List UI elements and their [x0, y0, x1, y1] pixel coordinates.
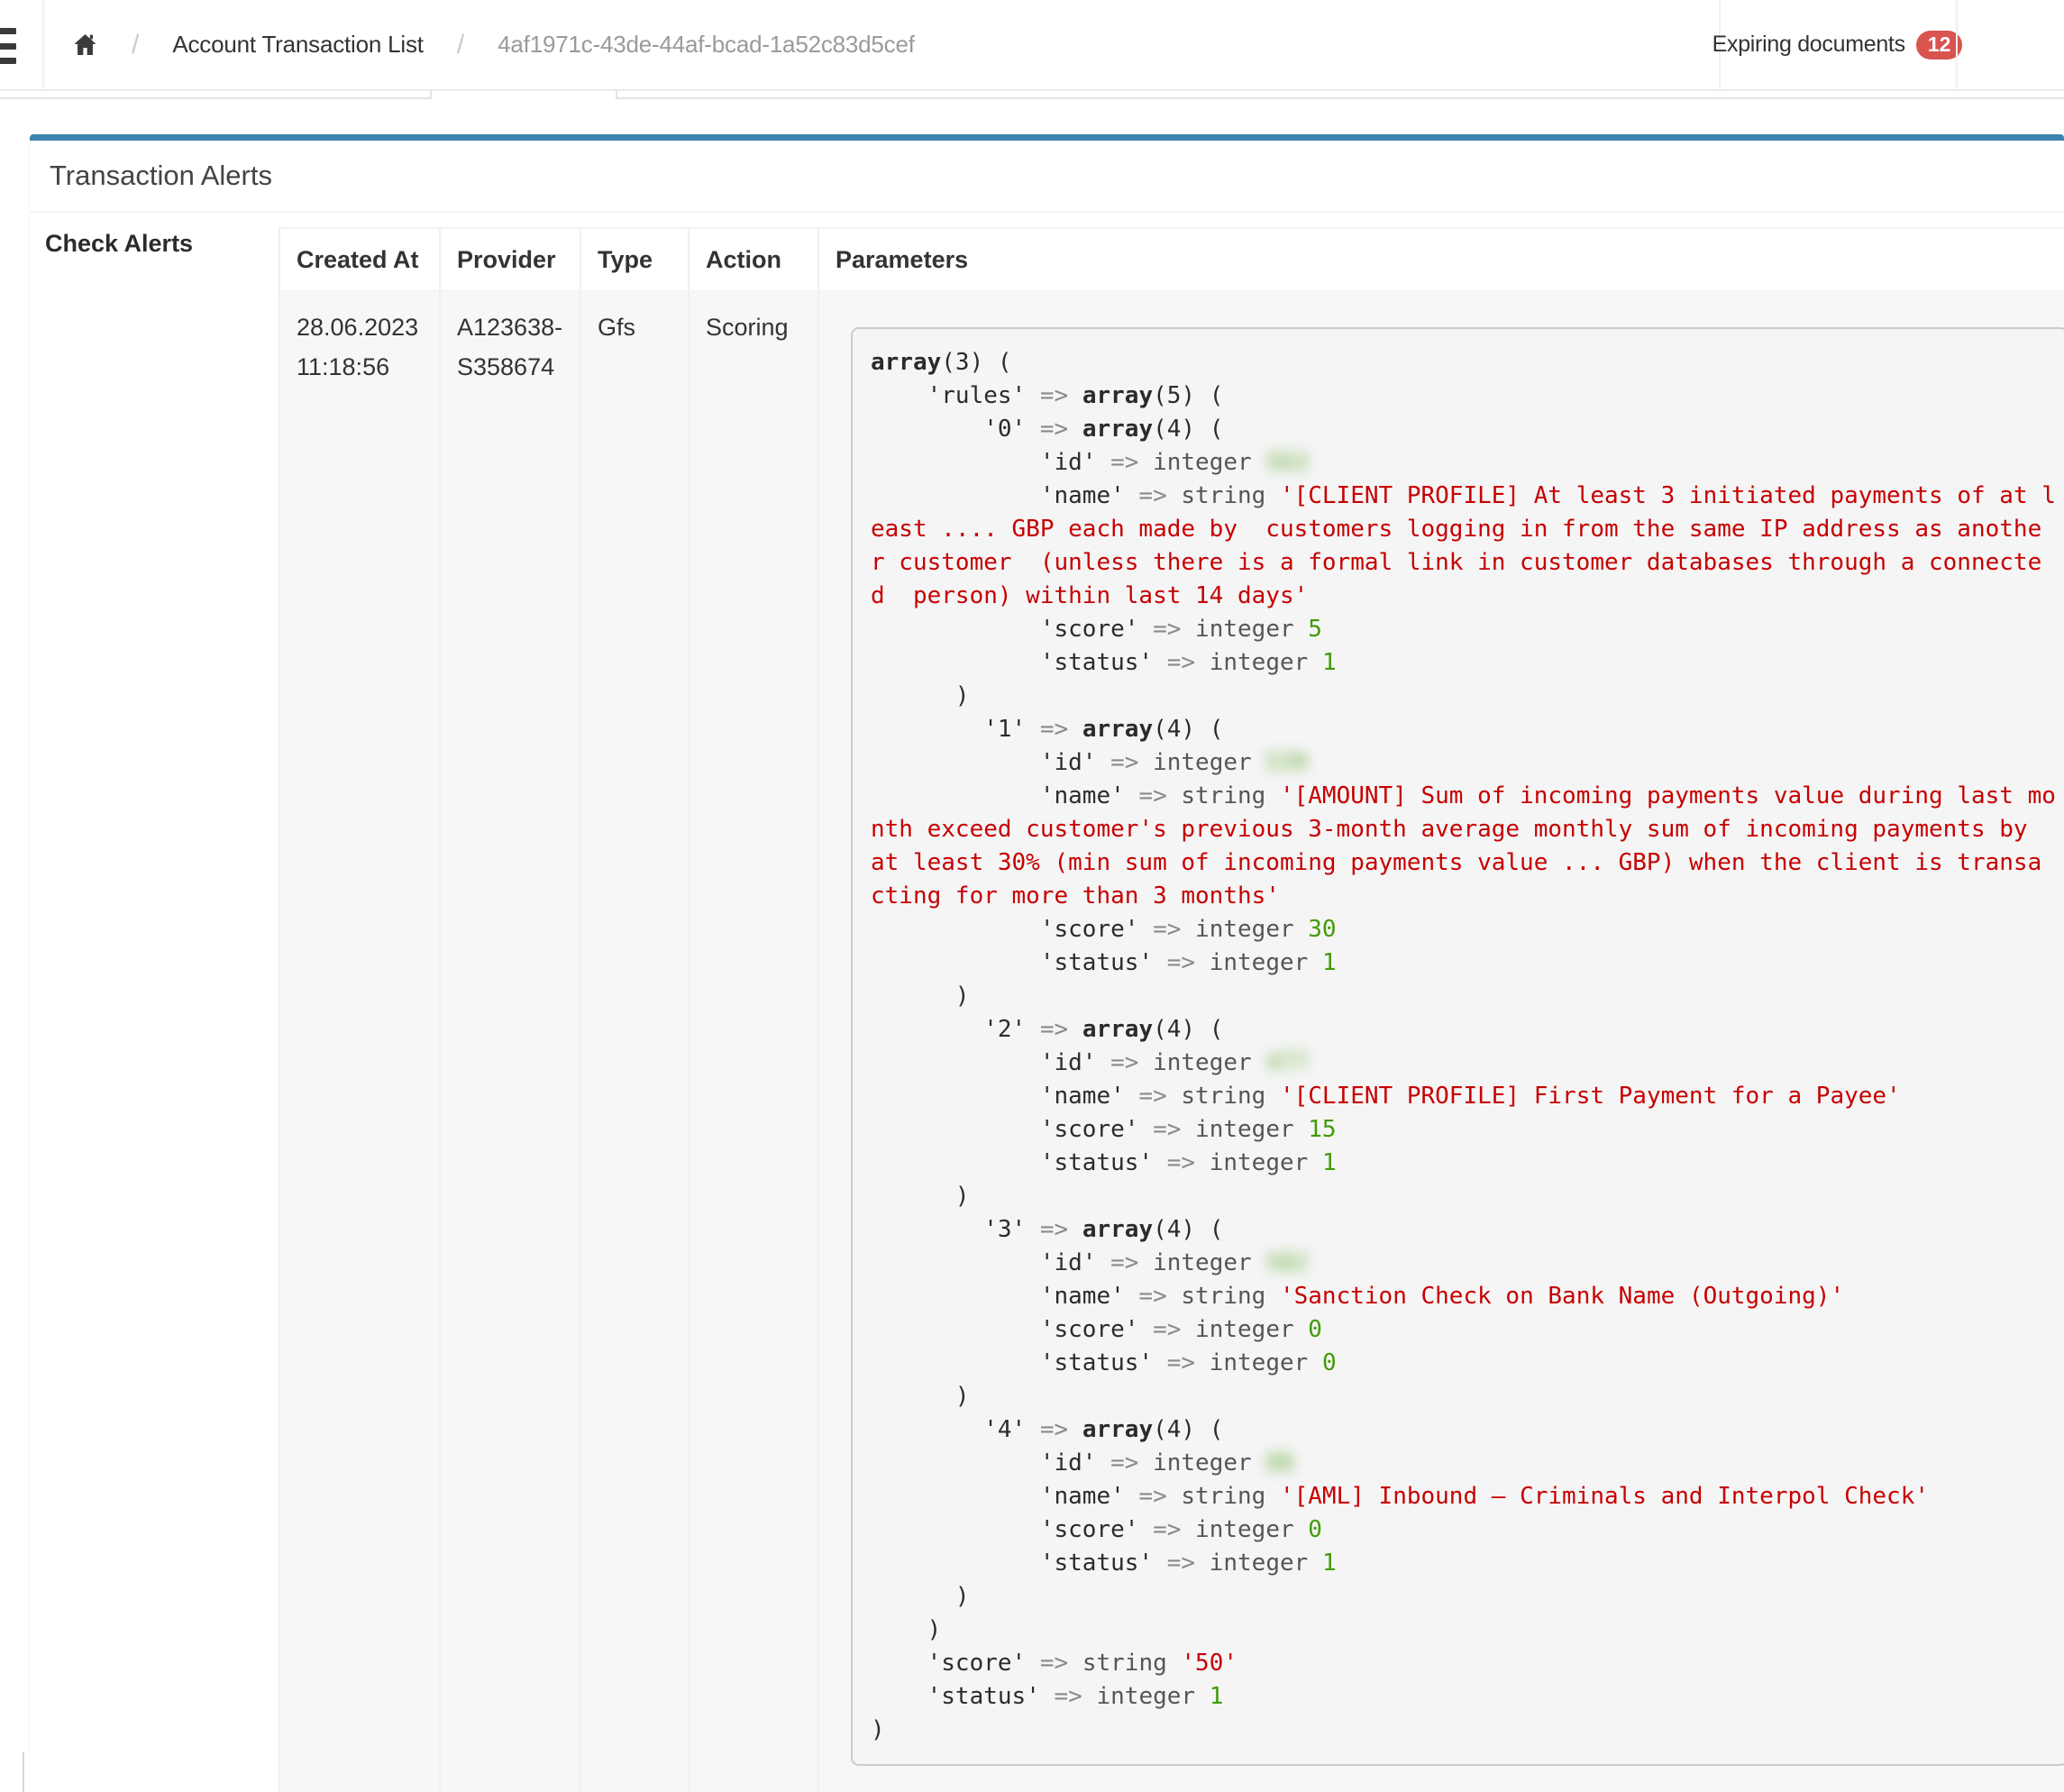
action-cell: Scoring [688, 292, 817, 1792]
page-title: Transaction Alerts [30, 141, 2064, 211]
parameters-dump: array(3) ( 'rules' => array(5) ( '0' => … [851, 327, 2064, 1766]
provider-cell: A123638-S358674 [439, 292, 580, 1792]
type-cell: Gfs [580, 292, 688, 1792]
home-icon[interactable] [72, 32, 98, 58]
table-header-row: Created At Provider Type Action Paramete… [280, 227, 2064, 292]
header-divider [1956, 0, 1958, 89]
breadcrumb: / Account Transaction List / 4af1971c-43… [72, 0, 915, 89]
breadcrumb-separator: / [457, 30, 464, 60]
column-header-created-at: Created At [280, 229, 439, 290]
tab-strip [0, 91, 2064, 99]
sidebar-toggle-button[interactable] [0, 28, 16, 64]
column-header-type: Type [580, 229, 688, 290]
next-panel-edge [23, 1752, 24, 1792]
panel-header: Transaction Alerts [30, 141, 2064, 213]
column-header-provider: Provider [439, 229, 580, 290]
column-header-parameters: Parameters [817, 229, 2064, 290]
created-at-cell: 28.06.2023 11:18:56 [280, 292, 439, 1792]
check-alerts-table: Created At Provider Type Action Paramete… [279, 227, 2064, 1792]
tab-strip-border [616, 97, 2064, 99]
header-divider [42, 0, 44, 89]
created-time: 11:18:56 [297, 347, 430, 387]
breadcrumb-separator: / [132, 30, 139, 60]
breadcrumb-record-id: 4af1971c-43de-44af-bcad-1a52c83d5cef [498, 31, 915, 59]
active-tab-edge [430, 91, 432, 99]
created-date: 28.06.2023 [297, 307, 430, 347]
check-alerts-label: Check Alerts [45, 230, 193, 258]
breadcrumb-section-link[interactable]: Account Transaction List [172, 31, 423, 59]
active-tab-edge [616, 91, 617, 99]
expiring-documents-button[interactable]: Expiring documents 12 [1721, 0, 1954, 89]
page-content: Transaction Alerts Check Alerts Created … [0, 134, 2064, 1792]
parameters-cell: array(3) ( 'rules' => array(5) ( '0' => … [817, 292, 2064, 1792]
panel-body: Check Alerts Created At Provider Type Ac… [30, 213, 2064, 1792]
table-row: 28.06.2023 11:18:56 A123638-S358674 Gfs … [280, 292, 2064, 1792]
top-header: / Account Transaction List / 4af1971c-43… [0, 0, 2064, 91]
expiring-documents-label: Expiring documents [1712, 32, 1905, 58]
column-header-action: Action [688, 229, 817, 290]
transaction-alerts-panel: Transaction Alerts Check Alerts Created … [30, 134, 2064, 1792]
tab-strip-border [0, 97, 430, 99]
